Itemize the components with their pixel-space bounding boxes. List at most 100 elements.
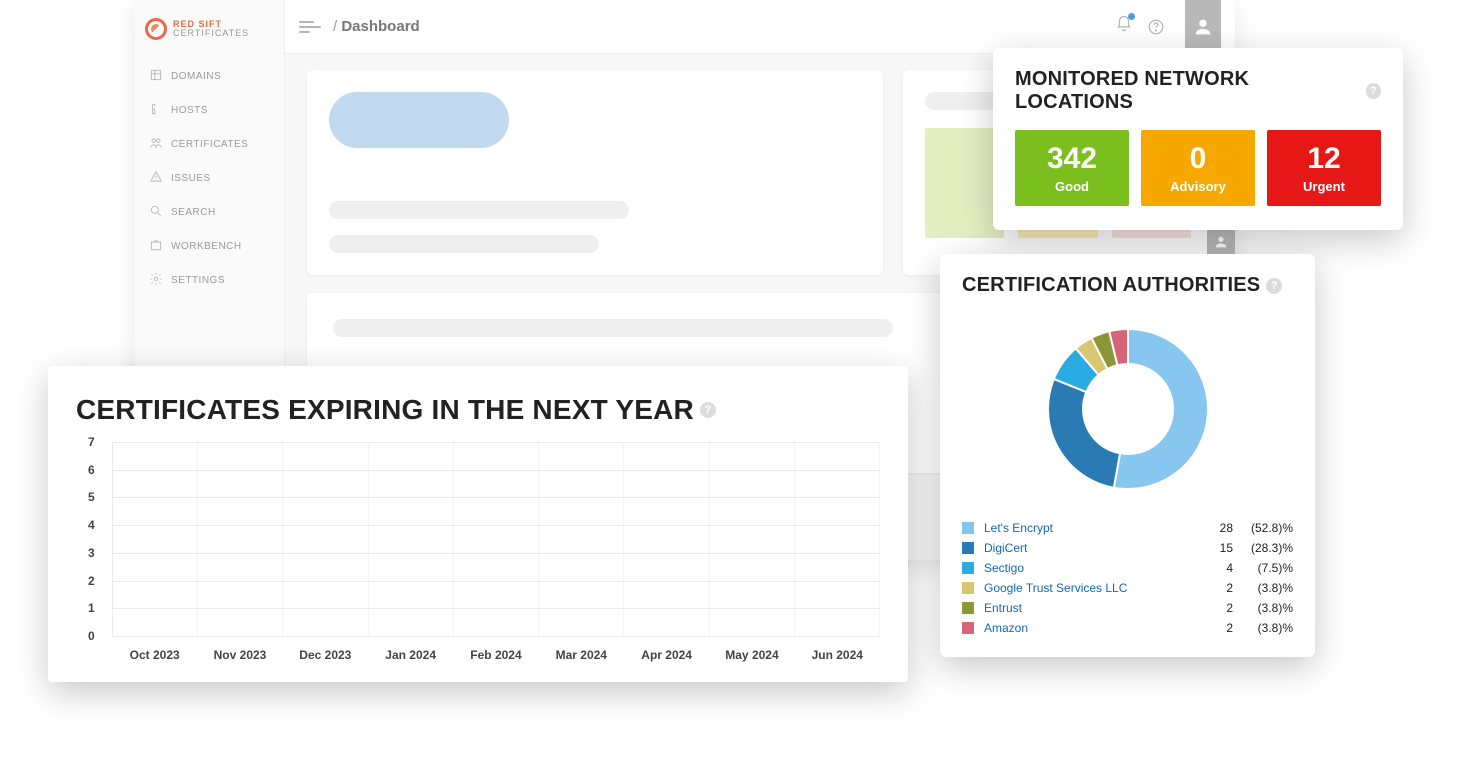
skeleton-bar — [329, 235, 599, 253]
legend-row: Let's Encrypt 28 (52.8)% — [962, 521, 1293, 535]
legend-pct: (3.8)% — [1233, 621, 1293, 635]
mnl-title: MONITORED NETWORK LOCATIONS — [1015, 68, 1360, 114]
panel-title: CERTIFICATION AUTHORITIES ? — [962, 274, 1293, 297]
sidebar-item-settings[interactable]: SETTINGS — [145, 266, 274, 295]
avatar[interactable] — [1185, 0, 1221, 54]
legend-count: 15 — [1201, 541, 1233, 555]
menu-icon[interactable] — [299, 16, 321, 38]
legend-count: 28 — [1201, 521, 1233, 535]
sidebar-item-workbench[interactable]: WORKBENCH — [145, 232, 274, 261]
sidebar-item-hosts[interactable]: HOSTS — [145, 96, 274, 125]
skeleton-bar — [329, 201, 629, 219]
legend-count: 2 — [1201, 581, 1233, 595]
sidebar-item-label: DOMAINS — [171, 71, 221, 82]
panel-title: CERTIFICATES EXPIRING IN THE NEXT YEAR ? — [76, 394, 880, 426]
swatch-icon — [962, 602, 974, 614]
skeleton-card-left — [307, 70, 883, 275]
stat-label: Advisory — [1170, 179, 1226, 194]
logo-line2: CERTIFICATES — [173, 29, 249, 38]
y-tick-label: 2 — [88, 574, 95, 588]
help-icon[interactable]: ? — [700, 402, 716, 418]
stat-good[interactable]: 342 Good — [1015, 130, 1129, 206]
bar-column — [710, 442, 795, 636]
x-tick-label: Jan 2024 — [368, 648, 453, 662]
issues-icon — [149, 170, 163, 187]
bar-column — [369, 442, 454, 636]
y-tick-label: 0 — [88, 629, 95, 643]
legend-pct: (52.8)% — [1233, 521, 1293, 535]
legend-row: Google Trust Services LLC 2 (3.8)% — [962, 581, 1293, 595]
stat-label: Urgent — [1303, 179, 1345, 194]
x-tick-label: May 2024 — [709, 648, 794, 662]
shield-icon — [145, 18, 167, 40]
swatch-icon — [962, 582, 974, 594]
donut-chart — [962, 309, 1293, 509]
legend-pct: (7.5)% — [1233, 561, 1293, 575]
legend-name[interactable]: Amazon — [984, 621, 1201, 635]
legend-count: 2 — [1201, 601, 1233, 615]
stat-urgent[interactable]: 12 Urgent — [1267, 130, 1381, 206]
sidebar-item-label: ISSUES — [171, 173, 211, 184]
bar-column — [112, 442, 198, 636]
sidebar-item-label: SEARCH — [171, 207, 216, 218]
bar-column — [795, 442, 880, 636]
legend-name[interactable]: DigiCert — [984, 541, 1201, 555]
gridline — [112, 636, 880, 637]
swatch-icon — [962, 562, 974, 574]
y-tick-label: 3 — [88, 546, 95, 560]
notification-dot — [1128, 13, 1135, 20]
certificates-icon — [149, 136, 163, 153]
x-tick-label: Dec 2023 — [283, 648, 368, 662]
sidebar-item-certificates[interactable]: CERTIFICATES — [145, 130, 274, 159]
bar-column — [454, 442, 539, 636]
workbench-icon — [149, 238, 163, 255]
bar-column — [624, 442, 709, 636]
sidebar-item-search[interactable]: SEARCH — [145, 198, 274, 227]
stat-advisory[interactable]: 0Advisory — [1141, 130, 1255, 206]
sidebar-item-issues[interactable]: ISSUES — [145, 164, 274, 193]
x-tick-label: Apr 2024 — [624, 648, 709, 662]
logo: RED SIFT CERTIFICATES — [145, 18, 274, 40]
sidebar-item-label: WORKBENCH — [171, 241, 242, 252]
breadcrumb-sep: / — [333, 18, 337, 35]
stat-value: 342 — [1047, 144, 1097, 174]
settings-icon — [149, 272, 163, 289]
mnl-stat-row: 342 Good 0Advisory 12 Urgent — [1015, 130, 1381, 206]
avatar-secondary[interactable] — [1207, 228, 1235, 256]
certification-authorities-panel: CERTIFICATION AUTHORITIES ? Let's Encryp… — [940, 254, 1315, 657]
help-icon[interactable]: ? — [1366, 83, 1381, 99]
sidebar-item-domains[interactable]: DOMAINS — [145, 62, 274, 91]
legend-row: DigiCert 15 (28.3)% — [962, 541, 1293, 555]
breadcrumb: / Dashboard — [333, 18, 420, 35]
legend-name[interactable]: Google Trust Services LLC — [984, 581, 1201, 595]
help-icon[interactable]: ? — [1266, 278, 1282, 294]
swatch-icon — [962, 622, 974, 634]
stat-label: Good — [1055, 179, 1089, 194]
certificates-expiring-panel: CERTIFICATES EXPIRING IN THE NEXT YEAR ?… — [48, 366, 908, 682]
bell-icon[interactable] — [1115, 15, 1133, 38]
sidebar-item-label: SETTINGS — [171, 275, 225, 286]
ca-legend: Let's Encrypt 28 (52.8)% DigiCert 15 (28… — [962, 521, 1293, 635]
topbar: / Dashboard — [285, 0, 1235, 54]
donut-slice[interactable] — [1048, 379, 1120, 488]
legend-count: 2 — [1201, 621, 1233, 635]
help-icon[interactable] — [1147, 18, 1165, 36]
y-tick-label: 1 — [88, 601, 95, 615]
legend-count: 4 — [1201, 561, 1233, 575]
x-tick-label: Mar 2024 — [539, 648, 624, 662]
y-tick-label: 6 — [88, 463, 95, 477]
sidebar-item-label: CERTIFICATES — [171, 139, 248, 150]
legend-name[interactable]: Let's Encrypt — [984, 521, 1201, 535]
hosts-icon — [149, 102, 163, 119]
stat-value: 12 — [1307, 144, 1340, 174]
bar-chart: 01234567 Oct 2023Nov 2023Dec 2023Jan 202… — [112, 442, 880, 662]
x-tick-label: Oct 2023 — [112, 648, 197, 662]
legend-name[interactable]: Sectigo — [984, 561, 1201, 575]
x-tick-label: Feb 2024 — [453, 648, 538, 662]
monitored-locations-panel: MONITORED NETWORK LOCATIONS ? 342 Good 0Ad… — [993, 48, 1403, 230]
bar-column — [283, 442, 368, 636]
sidebar-item-label: HOSTS — [171, 105, 208, 116]
legend-row: Entrust 2 (3.8)% — [962, 601, 1293, 615]
legend-name[interactable]: Entrust — [984, 601, 1201, 615]
swatch-icon — [962, 522, 974, 534]
